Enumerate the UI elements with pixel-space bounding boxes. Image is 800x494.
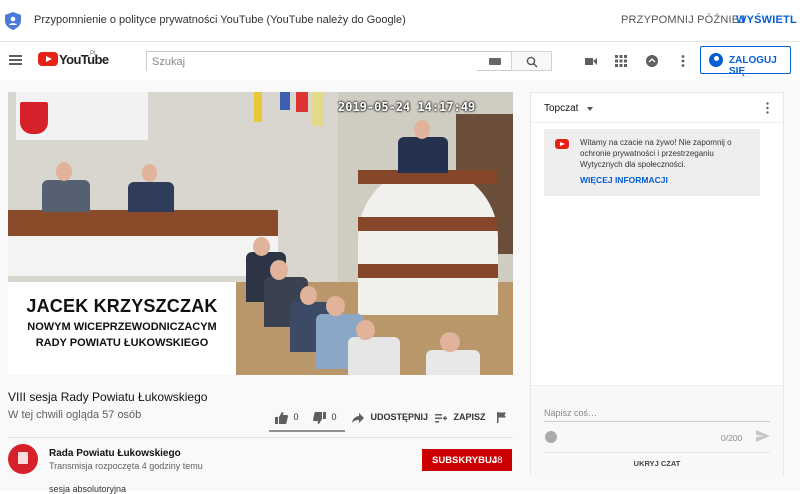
person-head bbox=[253, 237, 270, 256]
chat-input-underline bbox=[544, 421, 770, 422]
like-ratio-bar bbox=[269, 430, 345, 432]
chat-mode-dropdown[interactable]: Topczat bbox=[544, 103, 578, 114]
county-crest-icon bbox=[20, 102, 48, 134]
chevron-down-icon[interactable] bbox=[587, 107, 593, 111]
caption-name: JACEK KRZYSZCZAK bbox=[26, 296, 218, 316]
person bbox=[348, 337, 400, 375]
masthead: YouTube PL ZALOGUJ SIĘ bbox=[0, 42, 800, 80]
subscribe-button[interactable]: SUBSKRYBUJ 48 bbox=[422, 449, 512, 471]
save-button[interactable]: ZAPISZ bbox=[435, 412, 486, 423]
viewer-count: W tej chwili ogląda 57 osób bbox=[8, 409, 142, 421]
video-timestamp: 2019-05-24 14:17:49 bbox=[338, 100, 476, 114]
thumbs-up-icon bbox=[275, 412, 288, 424]
save-label: ZAPISZ bbox=[453, 412, 486, 422]
person bbox=[42, 180, 90, 212]
channel-name[interactable]: Rada Powiatu Łukowskiego bbox=[49, 448, 181, 459]
speaker-tribune bbox=[358, 167, 498, 315]
youtube-logo-text[interactable]: YouTube bbox=[59, 52, 109, 67]
more-vert-icon[interactable] bbox=[676, 54, 690, 68]
privacy-banner-message: Przypomnienie o polityce prywatności You… bbox=[34, 14, 406, 26]
account-icon bbox=[709, 53, 723, 67]
hide-chat-button[interactable]: UKRYJ CZAT bbox=[531, 459, 783, 468]
person-head bbox=[56, 162, 72, 181]
subscribe-label: SUBSKRYBUJ bbox=[432, 455, 498, 466]
messages-icon[interactable] bbox=[645, 54, 659, 68]
person bbox=[128, 182, 174, 212]
description-preview: sesja absolutoryjna bbox=[49, 484, 127, 494]
video-camera-icon[interactable] bbox=[584, 54, 598, 68]
person-head bbox=[440, 332, 460, 352]
char-counter: 0/200 bbox=[721, 433, 743, 443]
tribune-stripe bbox=[358, 264, 498, 278]
logo-country-code: PL bbox=[90, 51, 98, 57]
caption-line: NOWYM WICEPRZEWODNICZACYM bbox=[27, 321, 217, 333]
playlist-add-icon bbox=[435, 413, 447, 423]
shield-icon bbox=[5, 12, 21, 30]
chat-input-area: Napisz coś… 0/200 UKRYJ CZAT bbox=[531, 385, 783, 475]
tribune-stripe bbox=[358, 217, 498, 231]
like-button[interactable]: 0 bbox=[275, 412, 299, 424]
remind-later-button[interactable]: PRZYPOMNIJ PÓŹNIEJ bbox=[621, 14, 745, 26]
person bbox=[426, 350, 480, 375]
flag bbox=[296, 92, 308, 112]
caption-line: RADY POWIATU ŁUKOWSKIEGO bbox=[35, 337, 209, 349]
keyboard-icon[interactable] bbox=[489, 58, 501, 65]
youtube-logo-icon[interactable] bbox=[38, 52, 58, 66]
dislike-count: 0 bbox=[331, 412, 337, 423]
emoji-icon[interactable] bbox=[545, 431, 557, 443]
subscriber-count: 48 bbox=[492, 455, 503, 466]
flag bbox=[312, 92, 324, 126]
share-arrow-icon bbox=[352, 412, 364, 423]
person-head bbox=[270, 260, 288, 280]
flag-icon bbox=[497, 412, 506, 424]
like-count: 0 bbox=[293, 412, 299, 423]
search-input[interactable] bbox=[147, 53, 477, 71]
search-icon bbox=[526, 56, 538, 68]
stream-start-info: Transmisja rozpoczęta 4 godziny temu bbox=[49, 461, 203, 471]
send-icon[interactable] bbox=[756, 430, 770, 442]
person-head bbox=[142, 164, 157, 182]
share-label: UDOSTĘPNIJ bbox=[370, 412, 429, 422]
more-info-link[interactable]: WIĘCEJ INFORMACJI bbox=[580, 175, 668, 185]
chat-header: Topczat bbox=[531, 93, 783, 123]
person-head bbox=[356, 320, 375, 340]
channel-avatar[interactable] bbox=[8, 444, 38, 474]
flag bbox=[254, 92, 262, 122]
divider bbox=[544, 452, 770, 453]
flag bbox=[280, 92, 290, 110]
search-box bbox=[146, 51, 512, 71]
view-policy-button[interactable]: WYŚWIETL bbox=[736, 14, 797, 26]
share-button[interactable]: UDOSTĘPNIJ bbox=[352, 412, 428, 423]
thumbs-down-icon bbox=[313, 412, 326, 424]
video-title: VIII sesja Rady Powiatu Łukowskiego bbox=[8, 390, 208, 404]
video-scene-table bbox=[8, 210, 278, 236]
speaker-head bbox=[414, 120, 430, 139]
person-head bbox=[300, 286, 317, 305]
sign-in-button[interactable]: ZALOGUJ SIĘ bbox=[700, 46, 791, 77]
youtube-icon bbox=[555, 139, 569, 149]
video-player[interactable]: 2019-05-24 14:17:49 JACEK KRZYSZCZAK NOW… bbox=[8, 92, 513, 375]
chat-welcome-message: Witamy na czacie na żywo! Nie zapomnij o… bbox=[544, 129, 760, 196]
live-chat-panel: Topczat Witamy na czacie na żywo! Nie za… bbox=[530, 92, 784, 475]
divider bbox=[8, 437, 513, 438]
video-scene-table-front bbox=[8, 236, 278, 276]
speaker bbox=[398, 137, 448, 173]
more-vert-icon[interactable] bbox=[766, 102, 769, 114]
menu-icon[interactable] bbox=[9, 55, 22, 65]
sign-in-label: ZALOGUJ SIĘ bbox=[729, 55, 777, 77]
apps-grid-icon[interactable] bbox=[614, 54, 628, 68]
search-button[interactable] bbox=[511, 51, 552, 71]
video-caption: JACEK KRZYSZCZAK NOWYM WICEPRZEWODNICZAC… bbox=[8, 282, 236, 375]
welcome-text: Witamy na czacie na żywo! Nie zapomnij o… bbox=[580, 138, 732, 169]
chat-input[interactable]: Napisz coś… bbox=[544, 408, 597, 418]
person-head bbox=[326, 296, 345, 316]
privacy-banner: Przypomnienie o polityce prywatności You… bbox=[0, 0, 800, 42]
report-button[interactable] bbox=[497, 412, 507, 424]
dislike-button[interactable]: 0 bbox=[313, 412, 337, 424]
